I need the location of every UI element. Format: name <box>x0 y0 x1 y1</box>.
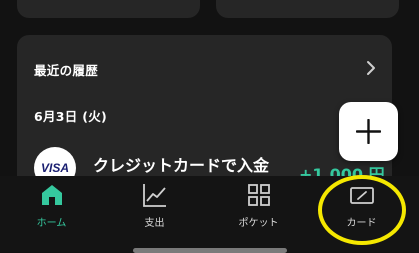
tab-pocket-label: ポケット <box>238 218 279 229</box>
chart-icon <box>143 184 166 207</box>
highlight-circle <box>318 175 406 245</box>
add-button[interactable] <box>339 102 398 161</box>
home-indicator <box>133 248 287 253</box>
tab-spending-label: 支出 <box>144 218 165 229</box>
tab-pocket[interactable]: ポケット <box>211 176 306 252</box>
chevron-right-icon[interactable] <box>360 57 382 79</box>
tab-spending[interactable]: 支出 <box>107 176 202 252</box>
home-icon <box>42 185 62 205</box>
tab-home-label: ホーム <box>36 218 67 229</box>
plus-icon <box>356 119 381 144</box>
tab-home[interactable]: ホーム <box>4 176 99 252</box>
transaction-name[interactable]: クレジットカードで入金 <box>93 152 269 176</box>
grid-icon <box>248 184 270 206</box>
top-card-right[interactable] <box>216 0 399 18</box>
recent-history-card[interactable]: 最近の履歴 6月3日 (火) VISA クレジットカードで入金 +1,000 円 <box>17 35 392 195</box>
history-date: 6月3日 (火) <box>34 109 108 124</box>
top-card-left[interactable] <box>17 0 200 18</box>
recent-history-title: 最近の履歴 <box>34 63 99 78</box>
